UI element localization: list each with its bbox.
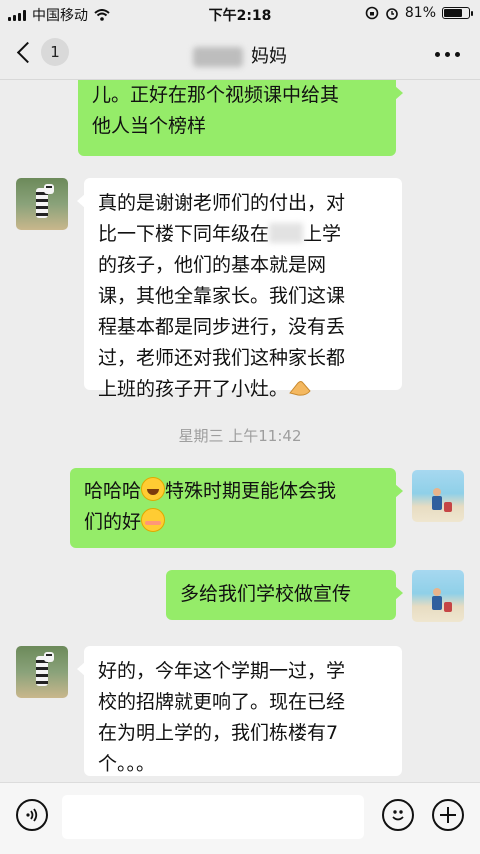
message-line-composite: 比一下楼下同年级在 上学 (98, 219, 388, 250)
input-bar (0, 782, 480, 854)
redacted-text (269, 223, 304, 243)
zebra-avatar[interactable] (16, 178, 68, 230)
message-fragment: 们的好 (84, 511, 142, 533)
voice-icon[interactable] (16, 799, 48, 831)
chat-title-text: 妈妈 (251, 46, 287, 67)
status-right: 81% (365, 5, 473, 21)
plus-icon[interactable] (432, 799, 464, 831)
message-fragment: 上学 (303, 223, 342, 245)
message-line-with-emoji: 哈哈哈 特殊时期更能体会我 (84, 476, 382, 507)
chat-area[interactable]: 儿。正好在那个视频课中给其 他人当个榜样 真的是谢谢老师们的付出，对 比一下楼下… (0, 80, 480, 782)
message-line: 校的招牌就更响了。现在已经 (98, 691, 346, 713)
message-line: 的孩子，他们的基本就是网 (98, 254, 327, 276)
clap-hand-icon (289, 381, 311, 396)
beach-avatar[interactable] (412, 570, 464, 622)
beach-avatar[interactable] (412, 470, 464, 522)
message-fragment: 比一下楼下同年级在 (98, 223, 270, 245)
message-line-with-emoji: 们的好 (84, 507, 382, 538)
message-line: 儿。正好在那个视频课中给其 (92, 84, 340, 106)
message-line: 程基本都是同步进行，没有丢 (98, 316, 346, 338)
rotation-lock-icon (365, 6, 379, 20)
message-line: 他人当个榜样 (92, 115, 207, 137)
shy-emoji-icon (141, 508, 166, 532)
message-bubble-received[interactable]: 真的是谢谢老师们的付出，对 比一下楼下同年级在 上学 的孩子，他们的基本就是网 课… (77, 178, 402, 400)
message-line: 课，其他全靠家长。我们这课 (98, 285, 346, 307)
nav-bar: 1 妈妈 (0, 28, 480, 80)
message-bubble-sent[interactable]: 儿。正好在那个视频课中给其 他人当个榜样 (78, 80, 403, 156)
message-bubble-sent[interactable]: 哈哈哈 特殊时期更能体会我 们的好 (70, 468, 403, 548)
message-line: 真的是谢谢老师们的付出，对 (98, 192, 346, 214)
message-bubble-sent[interactable]: 多给我们学校做宣传 (166, 570, 403, 620)
timestamp: 星期三 上午11:42 (178, 427, 302, 445)
message-line-with-emoji: 上班的孩子开了小灶。 (98, 374, 388, 405)
message-fragment: 哈哈哈 (84, 480, 142, 502)
emoji-icon[interactable] (382, 799, 414, 831)
alarm-icon (386, 8, 398, 20)
laughing-emoji-icon (141, 477, 166, 501)
message-input[interactable] (62, 795, 364, 839)
battery-fill (444, 9, 462, 17)
message-line: 多给我们学校做宣传 (180, 583, 352, 605)
chat-title: 妈妈 (0, 42, 480, 68)
message-line: 个。。。 (98, 753, 156, 775)
message-line: 在为明上学的，我们栋楼有7 (98, 722, 339, 744)
message-fragment: 上班的孩子开了小灶。 (98, 378, 289, 400)
status-bar: 中国移动 下午2:18 81% (0, 0, 480, 28)
zebra-avatar[interactable] (16, 646, 68, 698)
message-fragment: 特殊时期更能体会我 (165, 480, 337, 502)
message-bubble-received[interactable]: 好的，今年这个学期一过，学 校的招牌就更响了。现在已经 在为明上学的，我们栋楼有… (77, 646, 402, 776)
message-line: 过，老师还对我们这种家长都 (98, 347, 346, 369)
more-dots-icon[interactable] (435, 52, 460, 57)
battery-icon (442, 7, 473, 19)
message-line: 好的，今年这个学期一过，学 (98, 660, 346, 682)
battery-percent: 81% (404, 5, 436, 21)
redacted-name (193, 47, 243, 67)
